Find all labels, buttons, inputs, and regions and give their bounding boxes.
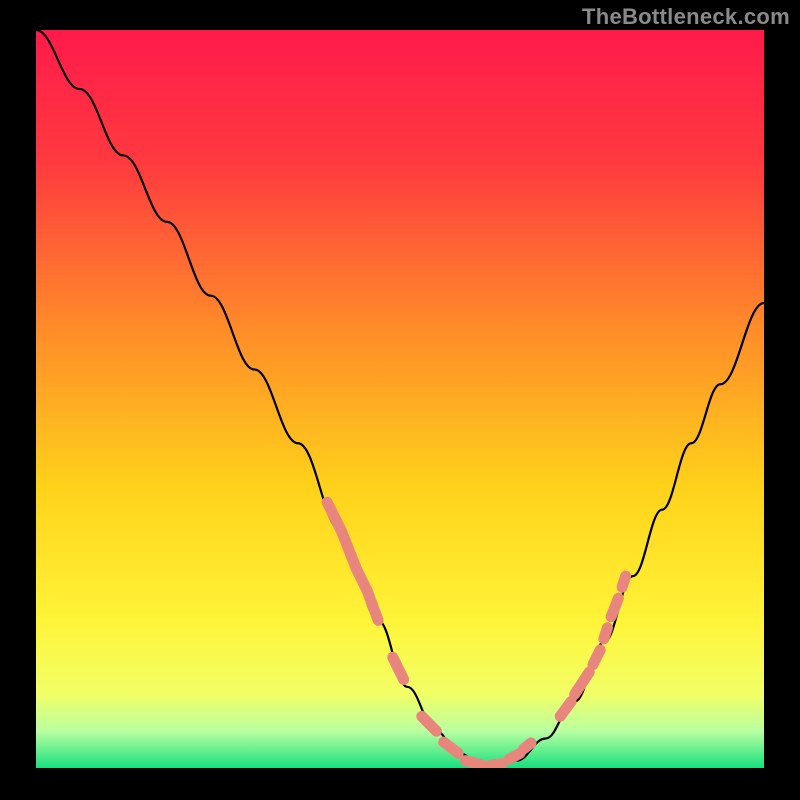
chart-stage: TheBottleneck.com	[0, 0, 800, 800]
bottleneck-chart	[0, 0, 800, 800]
highlight-segment	[604, 628, 608, 639]
highlight-segment	[509, 753, 520, 759]
highlight-segment	[622, 576, 626, 587]
highlight-segment	[487, 764, 502, 766]
highlight-segment	[524, 743, 531, 749]
highlight-segment	[466, 761, 481, 765]
watermark-text: TheBottleneck.com	[582, 4, 790, 30]
highlight-segment	[611, 598, 618, 616]
plot-background	[36, 30, 764, 768]
highlight-segment	[593, 650, 600, 665]
